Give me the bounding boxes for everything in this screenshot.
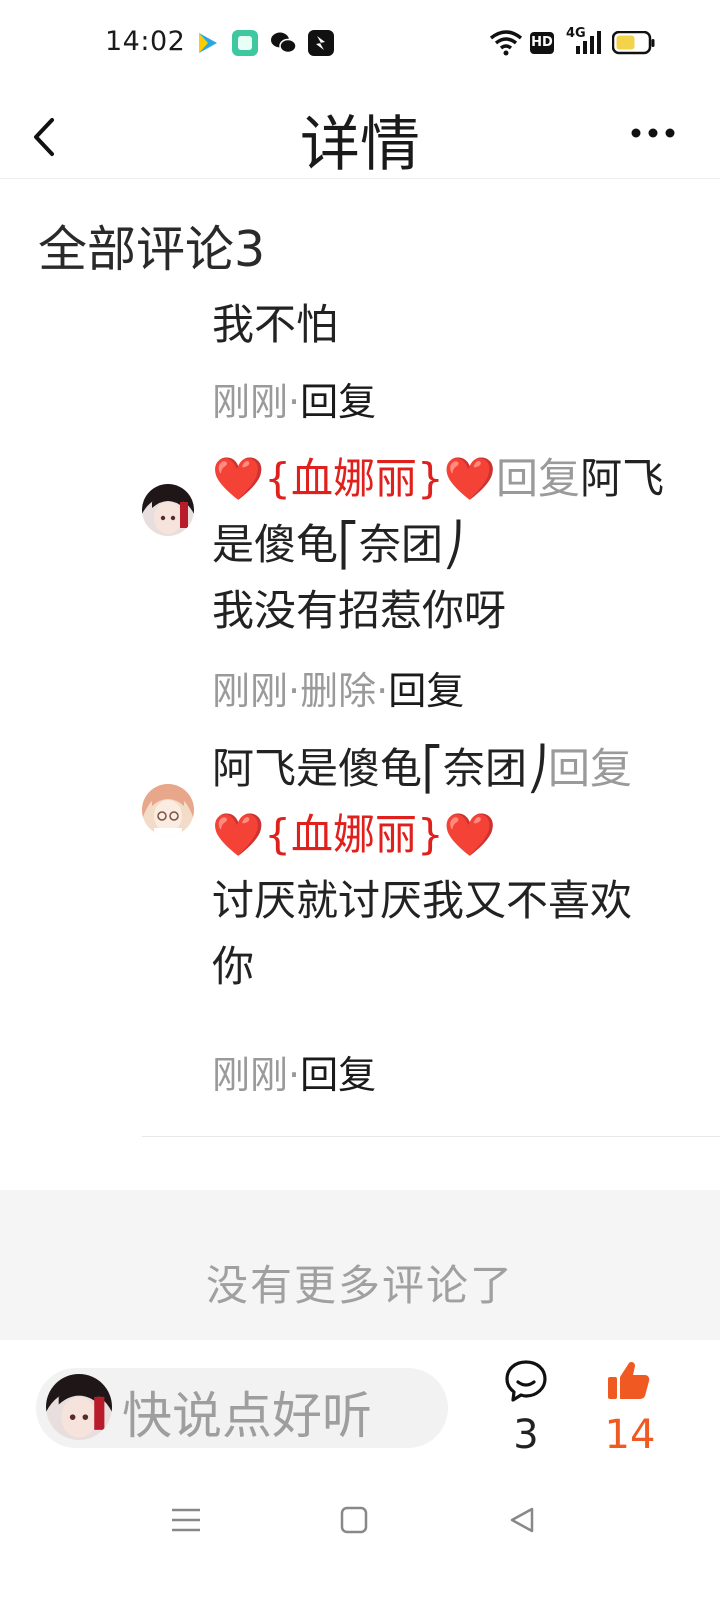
tiktok-icon: [308, 30, 334, 56]
no-more-comments-text: 没有更多评论了: [205, 1261, 514, 1310]
reply-from-user[interactable]: 阿飞是傻龟⎡奈团⎠: [212, 744, 548, 793]
comment-count: 3: [513, 1412, 539, 1458]
system-navigation-bar: [0, 1480, 720, 1600]
meta-separator: ·: [288, 1053, 301, 1097]
reply-label: 回复: [496, 454, 581, 503]
reply-from-user[interactable]: ❤️{血娜丽}❤️: [212, 454, 496, 503]
menu-icon: [172, 1508, 200, 1532]
back-button[interactable]: [22, 102, 72, 162]
signal-icon: [570, 28, 602, 58]
reply-to-user[interactable]: ❤️{血娜丽}❤️: [212, 810, 496, 859]
back-nav-button[interactable]: [506, 1504, 538, 1536]
meta-separator: ·: [288, 380, 301, 424]
comment-meta: 刚刚·删除·回复: [212, 666, 464, 716]
home-nav-button[interactable]: [338, 1504, 370, 1536]
status-time: 14:02: [105, 26, 186, 57]
thumbs-up-icon: [608, 1362, 650, 1399]
reply-button[interactable]: 回复: [300, 380, 376, 424]
menu-nav-button[interactable]: [170, 1504, 202, 1536]
hd-badge: HD: [530, 32, 554, 54]
reply-button[interactable]: 回复: [388, 669, 464, 713]
comment-text: 我没有招惹你呀: [212, 586, 507, 635]
like-button[interactable]: [605, 1358, 651, 1404]
comment-body: 阿飞是傻龟⎡奈团⎠回复 ❤️{血娜丽}❤️ 讨厌就讨厌我又不喜欢你: [212, 736, 672, 1000]
battery-icon: [611, 30, 655, 55]
green-app-icon: [232, 30, 258, 56]
wechat-icon: [270, 30, 297, 56]
meta-separator: ·: [288, 669, 301, 713]
comment-time: 刚刚: [212, 1053, 289, 1097]
divider: [142, 1136, 720, 1137]
comment-text: 我不怕: [212, 300, 339, 349]
back-triangle-icon: [510, 1507, 534, 1533]
page-title: 详情: [300, 110, 420, 180]
comment-button[interactable]: [503, 1358, 549, 1404]
comment-bubble-icon: [505, 1360, 547, 1402]
comment-text: 讨厌就讨厌我又不喜欢你: [212, 876, 633, 991]
top-navigation-bar: 详情: [0, 88, 720, 180]
reply-button[interactable]: 回复: [300, 1053, 376, 1097]
like-count: 14: [604, 1412, 656, 1458]
back-arrow-icon: [34, 118, 54, 156]
video-app-icon: [194, 30, 220, 56]
comment-meta: 刚刚·回复: [212, 377, 376, 427]
bottom-action-bar: 快说点好听 3 14: [0, 1340, 720, 1480]
comment-time: 刚刚: [212, 669, 289, 713]
all-comments-title: 全部评论3: [38, 221, 266, 278]
more-options-button[interactable]: [628, 108, 688, 158]
delete-button[interactable]: 删除: [300, 669, 376, 713]
comment-input[interactable]: 快说点好听: [36, 1368, 448, 1448]
comment-input-placeholder: 快说点好听: [122, 1387, 372, 1445]
home-square-icon: [340, 1506, 368, 1534]
comment-body: ❤️{血娜丽}❤️回复阿飞是傻龟⎡奈团⎠ 我没有招惹你呀: [212, 446, 672, 644]
more-icon: [631, 128, 675, 138]
user-avatar: [46, 1374, 112, 1440]
avatar[interactable]: [142, 784, 194, 836]
wifi-icon: [488, 28, 524, 58]
comment-time: 刚刚: [212, 380, 289, 424]
reply-label: 回复: [548, 744, 633, 793]
meta-separator: ·: [376, 669, 389, 713]
avatar[interactable]: [142, 484, 194, 536]
no-more-comments-area: 没有更多评论了: [0, 1190, 720, 1340]
comment-meta: 刚刚·回复: [212, 1050, 376, 1100]
status-bar: 14:02 HD 4G: [0, 0, 720, 88]
